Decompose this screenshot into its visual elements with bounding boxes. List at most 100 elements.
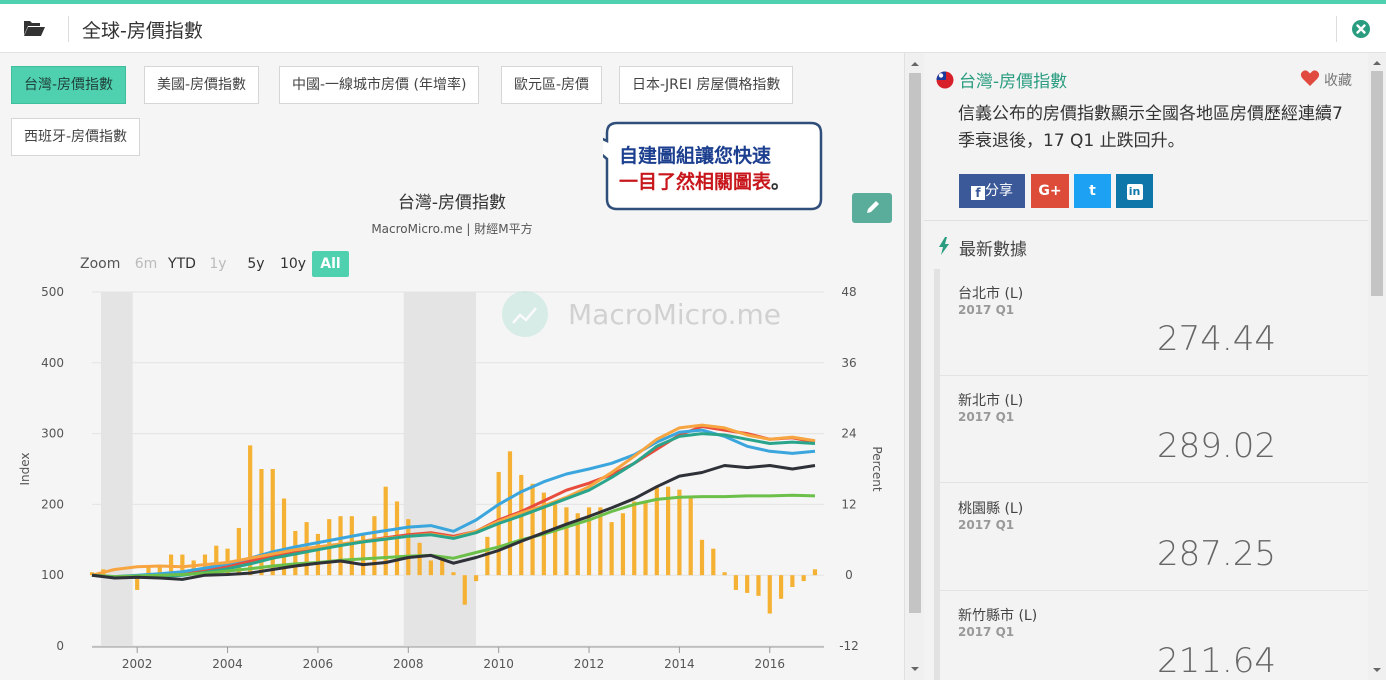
- scroll-down-arrow-icon[interactable]: [905, 662, 925, 676]
- chart-panel-scrollbar[interactable]: [904, 53, 924, 680]
- chart-bar: [643, 501, 648, 576]
- scroll-up-arrow-icon[interactable]: [905, 57, 925, 71]
- chart-bar: [677, 489, 682, 576]
- latest-data-title: 最新數據: [959, 240, 1027, 260]
- latest-item-divider: [937, 375, 1368, 376]
- chart-panel-scroll-thumb[interactable]: [909, 73, 921, 613]
- y-axis-left-tick-label: 400: [41, 356, 64, 370]
- sidebar-description: 信義公布的房價指數顯示全國各地區房價歷經連續7季衰退後，17 Q1 止跌回升。: [958, 104, 1343, 151]
- zoom-5y-button[interactable]: 5y: [244, 251, 268, 277]
- info-sidebar: 台灣-房價指數 收藏 信義公布的房價指數顯示全國各地區房價歷經連續7季衰退後，1…: [924, 53, 1368, 681]
- facebook-icon: f: [971, 186, 985, 200]
- chart-bar: [609, 522, 614, 576]
- y-axis-right-tick-label: 48: [841, 285, 856, 299]
- page-title: 全球-房價指數: [82, 20, 203, 42]
- latest-item-divider: [937, 482, 1368, 483]
- chart-bar: [733, 575, 738, 590]
- header-divider: [68, 16, 69, 42]
- tab-eurozone-house-price[interactable]: 歐元區-房價: [501, 66, 603, 104]
- chart-bar: [688, 495, 693, 576]
- watermark-logo-icon: [502, 291, 548, 337]
- sidebar-scroll-up-arrow-icon[interactable]: [1368, 56, 1386, 70]
- x-axis-tick-label: 2008: [393, 657, 424, 671]
- y-axis-left-tick-label: 200: [41, 497, 64, 511]
- header-divider-right: [1336, 16, 1337, 42]
- favorite-label[interactable]: 收藏: [1324, 70, 1352, 90]
- zoom-10y-button[interactable]: 10y: [278, 251, 308, 277]
- latest-item-value: 287.25: [1157, 534, 1276, 574]
- y-axis-left-tick-label: 300: [41, 427, 64, 441]
- tab-taiwan-house-price[interactable]: 台灣-房價指數: [11, 66, 127, 104]
- x-axis-tick-label: 2010: [483, 657, 514, 671]
- share-google-button[interactable]: G+: [1031, 174, 1069, 208]
- chart-bar: [248, 445, 253, 576]
- x-axis-tick-label: 2004: [212, 657, 243, 671]
- share-facebook-label: 分享: [985, 183, 1013, 199]
- zoom-ytd-button[interactable]: YTD: [164, 251, 200, 277]
- chart-bar: [801, 575, 806, 582]
- chart-bar: [778, 575, 784, 599]
- chart-bar: [756, 575, 761, 596]
- chart-bar: [745, 575, 750, 593]
- latest-item-name: 新竹縣市 (L): [958, 608, 1038, 624]
- latest-item-value: 289.02: [1157, 426, 1276, 466]
- chart-bar: [485, 536, 490, 576]
- x-axis-tick-label: 2016: [755, 657, 786, 671]
- y-axis-left-tick-label: 500: [41, 285, 64, 299]
- tab-us-house-price[interactable]: 美國-房價指數: [144, 66, 260, 104]
- close-icon[interactable]: [1351, 19, 1371, 39]
- page-header: 全球-房價指數: [0, 4, 1386, 53]
- latest-item-date: 2017 Q1: [958, 410, 1015, 424]
- zoom-6m-button[interactable]: 6m: [132, 251, 160, 277]
- sidebar-divider: [924, 220, 1368, 221]
- x-axis-tick-label: 2012: [574, 657, 605, 671]
- chart-bar: [530, 483, 535, 576]
- chart-title: 台灣-房價指數: [397, 193, 507, 213]
- x-axis-tick-label: 2014: [664, 657, 695, 671]
- latest-item-value: 274.44: [1157, 319, 1276, 359]
- chart-bar: [632, 501, 637, 576]
- taiwan-flag-icon: [936, 71, 954, 89]
- share-linkedin-button[interactable]: in: [1116, 174, 1153, 208]
- latest-data-rail: [934, 269, 940, 680]
- tab-japan-jrei-house-price[interactable]: 日本-JREI 房屋價格指數: [619, 66, 794, 104]
- sidebar-scroll-down-arrow-icon[interactable]: [1368, 663, 1386, 677]
- chart-bar: [372, 516, 377, 576]
- callout-line1: 自建圖組讓您快速: [619, 145, 772, 167]
- chart-bar: [790, 575, 795, 587]
- lightning-bolt-icon: [939, 237, 949, 255]
- latest-item-divider: [937, 590, 1368, 591]
- heart-icon[interactable]: [1300, 69, 1320, 87]
- chart-bar: [699, 539, 705, 576]
- share-twitter-button[interactable]: t: [1074, 174, 1111, 208]
- house-price-chart: MacroMicro.me 0 100 200 300 400 500 -12 0 12 24 36 4…: [18, 285, 884, 671]
- x-axis-tick-label: 2006: [303, 657, 334, 671]
- tab-china-tier1-house-price[interactable]: 中國-一線城市房價 (年增率): [279, 66, 480, 104]
- sidebar-title: 台灣-房價指數: [959, 72, 1068, 92]
- folder-open-icon[interactable]: [22, 18, 46, 38]
- edit-chart-button[interactable]: [852, 193, 892, 223]
- zoom-1y-button[interactable]: 1y: [206, 251, 230, 277]
- chart-bar: [349, 516, 354, 576]
- latest-item-name: 新北市 (L): [958, 393, 1024, 409]
- tab-spain-house-price[interactable]: 西班牙-房價指數: [11, 118, 141, 156]
- chart-bar: [722, 572, 727, 576]
- latest-item-date: 2017 Q1: [958, 303, 1015, 317]
- y-axis-right-label: Percent: [870, 446, 884, 491]
- zoom-all-button[interactable]: All: [312, 251, 349, 277]
- chart-subtitle: MacroMicro.me | 財經M平方: [371, 222, 533, 236]
- latest-item-name: 台北市 (L): [958, 286, 1024, 302]
- share-facebook-button[interactable]: f 分享: [959, 174, 1025, 208]
- linkedin-icon: in: [1126, 184, 1143, 200]
- y-axis-right-tick-label: 24: [841, 427, 856, 441]
- chart-panel: 台灣-房價指數 美國-房價指數 中國-一線城市房價 (年增率) 歐元區-房價 日…: [0, 53, 904, 680]
- chart-bar: [767, 575, 772, 614]
- chart-bar: [620, 513, 626, 576]
- sidebar-scrollbar[interactable]: [1368, 53, 1386, 680]
- y-axis-left-label: Index: [18, 452, 32, 485]
- chart-bar: [711, 548, 716, 576]
- sidebar-scroll-thumb[interactable]: [1371, 71, 1383, 296]
- chart-bar: [553, 504, 558, 576]
- watermark: MacroMicro.me: [502, 291, 781, 337]
- latest-item-name: 桃園縣 (L): [958, 501, 1024, 517]
